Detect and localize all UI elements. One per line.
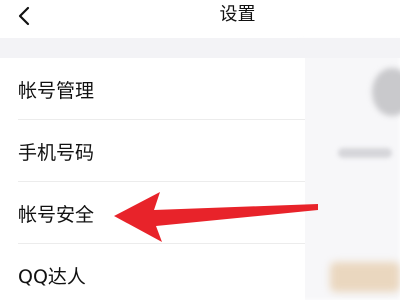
background-text-blur xyxy=(338,148,392,158)
settings-item-label: QQ达人 xyxy=(18,265,86,288)
settings-screen: 设置 帐号管理 手机号码 帐号安全 QQ达人 xyxy=(0,0,400,300)
settings-item-account-management[interactable]: 帐号管理 xyxy=(0,58,305,120)
section-divider xyxy=(0,38,400,58)
background-card-blur xyxy=(330,262,400,292)
settings-item-phone-number[interactable]: 手机号码 xyxy=(0,120,305,182)
settings-list: 帐号管理 手机号码 帐号安全 QQ达人 xyxy=(0,58,305,300)
page-title: 设置 xyxy=(219,4,256,25)
back-button[interactable] xyxy=(10,2,38,30)
settings-item-account-security[interactable]: 帐号安全 xyxy=(0,182,305,244)
settings-item-label: 帐号管理 xyxy=(18,79,95,102)
nav-header: 设置 xyxy=(0,0,400,36)
settings-item-label: 帐号安全 xyxy=(18,203,95,226)
settings-item-qq-daren[interactable]: QQ达人 xyxy=(0,244,305,300)
chevron-left-icon xyxy=(18,6,30,26)
settings-item-label: 手机号码 xyxy=(18,141,95,164)
